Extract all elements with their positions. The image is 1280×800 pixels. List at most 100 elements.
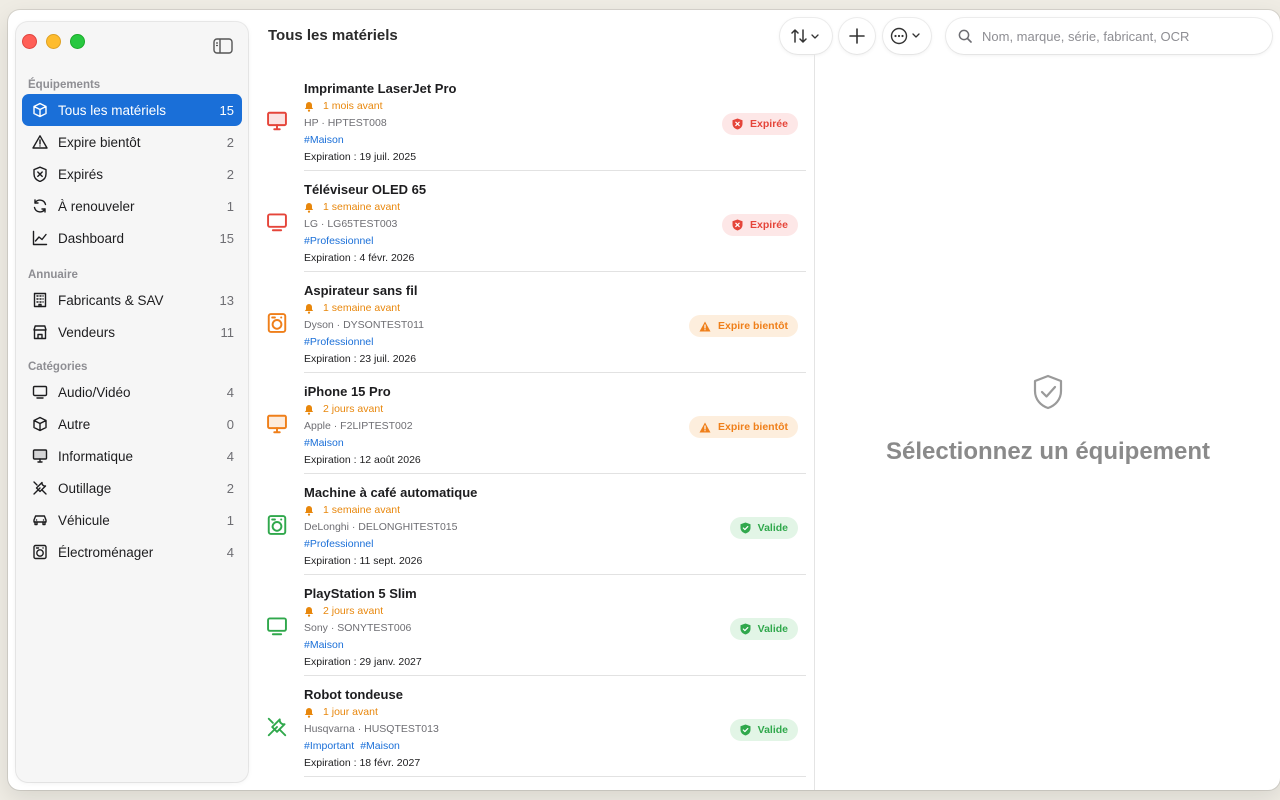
tag-link[interactable]: #Maison: [304, 437, 344, 449]
bell-icon: [304, 405, 314, 415]
minimize-window-button[interactable]: [46, 34, 61, 49]
shield-x-icon: [32, 166, 48, 182]
sidebar-item-outillage[interactable]: Outillage 2: [22, 472, 242, 504]
list-item[interactable]: Robot tondeuse 1 jour avant Husqvarna · HU…: [266, 676, 806, 777]
item-name: PlayStation 5 Slim: [304, 586, 417, 601]
sidebar-item-électroménager[interactable]: Électroménager 4: [22, 536, 242, 568]
search-input[interactable]: [980, 27, 1264, 45]
status-badge-label: Valide: [757, 724, 788, 736]
sidebar-item-count: 11: [220, 324, 235, 340]
search-field[interactable]: [946, 18, 1272, 54]
status-badge: Valide: [729, 719, 798, 741]
item-tags: #Maison: [304, 637, 422, 654]
list-item-info: Téléviseur OLED 65 1 semaine avant LG · LG…: [304, 181, 426, 267]
item-name: Téléviseur OLED 65: [304, 182, 427, 197]
status-badge: Expirée: [722, 214, 798, 236]
item-name: iPhone 15 Pro: [304, 384, 391, 399]
sidebar-item-informatique[interactable]: Informatique 4: [22, 440, 242, 472]
item-expiration: Expiration : 29 janv. 2027: [304, 656, 422, 668]
add-button[interactable]: [839, 18, 875, 54]
tag-link[interactable]: #Maison: [360, 740, 400, 752]
item-expiration: Expiration : 4 févr. 2026: [304, 252, 415, 264]
status-badge: Valide: [729, 618, 798, 640]
item-reminder: 1 jour avant: [304, 704, 439, 721]
list-item[interactable]: Téléviseur OLED 65 1 semaine avant LG · LG…: [266, 171, 806, 272]
status-badge-label: Expirée: [750, 219, 788, 231]
page-title: Tous les matériels: [268, 27, 398, 44]
item-name: Robot tondeuse: [304, 687, 403, 702]
desktop-icon: [266, 413, 290, 435]
sidebar-toggle-icon[interactable]: [213, 38, 233, 54]
item-tags: #Professionnel: [304, 536, 477, 553]
sidebar-section-header: Équipements: [28, 79, 101, 91]
sidebar-item-count: 15: [219, 230, 234, 246]
tag-link[interactable]: #Maison: [304, 639, 344, 651]
list-item[interactable]: Imprimante LaserJet Pro 1 mois avant HP · …: [266, 70, 806, 171]
warning-triangle-icon: [32, 134, 48, 150]
shield-check-icon: [740, 724, 751, 736]
status-badge-label: Expire bientôt: [717, 320, 788, 332]
bell-icon: [304, 708, 314, 718]
tag-link[interactable]: #Professionnel: [304, 336, 373, 348]
list-item-info: Machine à café automatique 1 semaine avan…: [304, 484, 477, 570]
item-reminder: 1 semaine avant: [304, 502, 477, 519]
building-icon: [32, 292, 48, 308]
renew-arrows-icon: [32, 198, 48, 214]
sidebar-section: Équipements Tous les matériels 15 Expire bi…: [22, 76, 242, 254]
detail-pane: Sélectionnez un équipement: [814, 54, 1280, 790]
list-item-info: iPhone 15 Pro 2 jours avant Apple · F2LIPT…: [304, 383, 421, 469]
sidebar-item-autre[interactable]: Autre 0: [22, 408, 242, 440]
sort-button[interactable]: [780, 18, 832, 54]
sidebar-section-header: Annuaire: [28, 269, 78, 281]
sidebar-item-label: Électroménager: [58, 544, 154, 560]
sidebar-item-count: 2: [226, 480, 234, 496]
tag-link[interactable]: #Maison: [304, 134, 344, 146]
sidebar-item-expirés[interactable]: Expirés 2: [22, 158, 242, 190]
list-item[interactable]: iPhone 15 Pro 2 jours avant Apple · F2LIPT…: [266, 373, 806, 474]
tag-link[interactable]: #Professionnel: [304, 538, 373, 550]
item-tags: #Professionnel: [304, 334, 424, 351]
item-name: Imprimante LaserJet Pro: [304, 81, 457, 96]
reminder-text: 1 mois avant: [323, 100, 383, 112]
desktop-icon: [266, 110, 290, 132]
list-item[interactable]: Aspirateur sans fil 1 semaine avant Dyson …: [266, 272, 806, 373]
sidebar-item-véhicule[interactable]: Véhicule 1: [22, 504, 242, 536]
more-button[interactable]: [883, 18, 931, 54]
sidebar-item-expire-bientôt[interactable]: Expire bientôt 2: [22, 126, 242, 158]
item-expiration: Expiration : 19 juil. 2025: [304, 151, 417, 163]
tag-link[interactable]: #Professionnel: [304, 235, 373, 247]
list-item-info: Robot tondeuse 1 jour avant Husqvarna · HU…: [304, 686, 439, 772]
tv-icon: [266, 211, 290, 233]
list-item[interactable]: PlayStation 5 Slim 2 jours avant Sony · SO…: [266, 575, 806, 676]
item-reminder: 1 semaine avant: [304, 199, 426, 216]
sidebar-item-count: 15: [219, 102, 234, 118]
bell-icon: [304, 506, 314, 516]
sidebar-item-dashboard[interactable]: Dashboard 15: [22, 222, 242, 254]
close-window-button[interactable]: [22, 34, 37, 49]
sidebar-item-audio-vidéo[interactable]: Audio/Vidéo 4: [22, 376, 242, 408]
zoom-window-button[interactable]: [70, 34, 85, 49]
cube-icon: [32, 102, 48, 118]
bell-icon: [304, 607, 314, 617]
sidebar-item-vendeurs[interactable]: Vendeurs 11: [22, 316, 242, 348]
status-badge-label: Expire bientôt: [717, 421, 788, 433]
warning-triangle-icon: [699, 422, 711, 432]
item-reminder: 2 jours avant: [304, 401, 421, 418]
bell-icon: [304, 203, 314, 213]
cube-icon: [32, 416, 48, 432]
sidebar-item-à-renouveler[interactable]: À renouveler 1: [22, 190, 242, 222]
item-expiration: Expiration : 23 juil. 2026: [304, 353, 417, 365]
item-reminder: 1 mois avant: [304, 98, 456, 115]
washer-icon: [266, 514, 290, 536]
tag-link[interactable]: #Important: [304, 740, 354, 752]
sidebar-item-fabricants-sav[interactable]: Fabricants & SAV 13: [22, 284, 242, 316]
item-brand-serial: Apple · F2LIPTEST002: [304, 420, 413, 432]
sidebar-item-count: 4: [226, 384, 234, 400]
sort-arrows-icon: [791, 29, 819, 43]
reminder-text: 1 semaine avant: [323, 302, 401, 314]
status-badge: Expire bientôt: [688, 416, 798, 438]
status-badge-label: Valide: [757, 623, 788, 635]
sidebar-item-tous-les-matériels[interactable]: Tous les matériels 15: [22, 94, 242, 126]
list-item[interactable]: Machine à café automatique 1 semaine avan…: [266, 474, 806, 575]
sidebar-item-label: Expirés: [58, 166, 104, 182]
